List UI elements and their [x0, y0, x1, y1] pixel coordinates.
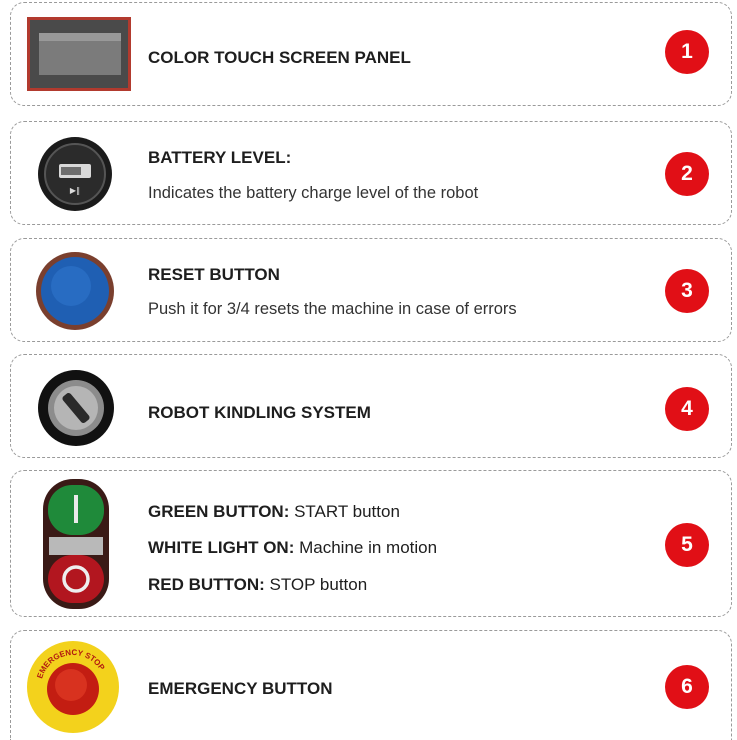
item-card-1: COLOR TOUCH SCREEN PANEL 1: [10, 2, 732, 106]
item-line: RED BUTTON: STOP button: [148, 575, 367, 595]
item-number-badge: 2: [665, 152, 709, 196]
item-description: Indicates the battery charge level of th…: [148, 184, 479, 202]
item-title: BATTERY LEVEL:: [148, 148, 292, 167]
item-card-3: RESET BUTTON Push it for 3/4 resets the …: [10, 238, 732, 342]
emergency-stop-icon: EMERGENCY STOP: [25, 639, 121, 735]
item-number-badge: 6: [665, 665, 709, 709]
line-text: START button: [289, 502, 400, 521]
line-label: RED BUTTON:: [148, 575, 265, 594]
battery-gauge-icon: ▶‖: [37, 136, 113, 212]
line-label: WHITE LIGHT ON:: [148, 538, 295, 557]
item-title: ROBOT KINDLING SYSTEM: [148, 403, 371, 422]
line-label: GREEN BUTTON:: [148, 502, 290, 521]
item-number-badge: 4: [665, 387, 709, 431]
blue-reset-button-icon: [35, 251, 115, 331]
svg-text:▶‖: ▶‖: [70, 186, 80, 195]
item-line: WHITE LIGHT ON: Machine in motion: [148, 538, 437, 558]
key-switch-icon: [37, 369, 115, 447]
item-card-6: EMERGENCY STOP EMERGENCY BUTTON 6: [10, 630, 732, 740]
item-title: RESET BUTTON: [148, 265, 280, 284]
item-number-badge: 3: [665, 269, 709, 313]
line-text: STOP button: [264, 575, 368, 594]
item-number-badge: 1: [665, 30, 709, 74]
item-title: EMERGENCY BUTTON: [148, 679, 333, 698]
line-text: Machine in motion: [294, 538, 438, 557]
touch-screen-panel-icon: [27, 17, 131, 91]
item-number-badge: 5: [665, 523, 709, 567]
item-card-2: ▶‖ BATTERY LEVEL: Indicates the battery …: [10, 121, 732, 225]
item-title: COLOR TOUCH SCREEN PANEL: [148, 48, 411, 67]
start-stop-buttons-icon: [43, 479, 109, 609]
item-line: GREEN BUTTON: START button: [148, 502, 400, 522]
item-card-4: ROBOT KINDLING SYSTEM 4: [10, 354, 732, 458]
item-card-5: GREEN BUTTON: START button WHITE LIGHT O…: [10, 470, 732, 617]
item-description: Push it for 3/4 resets the machine in ca…: [148, 300, 517, 318]
